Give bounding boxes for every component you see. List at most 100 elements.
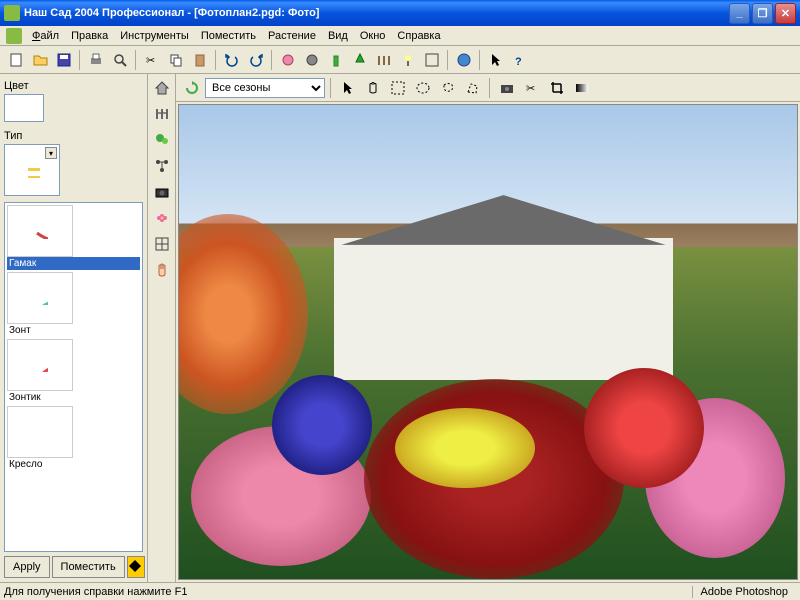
help-tip-button[interactable] [127, 556, 145, 578]
document-icon [6, 28, 22, 44]
camera-tool[interactable] [150, 180, 174, 204]
separator [271, 50, 272, 70]
separator [135, 50, 136, 70]
maximize-button[interactable]: ❐ [752, 3, 773, 24]
pan-tool[interactable] [361, 76, 384, 99]
type-selector[interactable]: ▾ [4, 144, 60, 196]
object-panel: Цвет Тип ▾ Гамак Зонт Зонтик Кресло [0, 74, 148, 582]
tree-tool[interactable] [150, 128, 174, 152]
preview-button[interactable] [108, 48, 131, 71]
canvas-toolbar: Все сезоны ✂ [176, 74, 800, 102]
fence-tool[interactable] [150, 102, 174, 126]
close-button[interactable]: ✕ [775, 3, 796, 24]
tool-button-4[interactable] [348, 48, 371, 71]
garden-graphic [179, 318, 797, 579]
list-item[interactable]: Зонт [7, 272, 140, 337]
new-button[interactable] [4, 48, 27, 71]
scissors-icon: ✂ [524, 80, 540, 96]
pointer-icon [340, 80, 356, 96]
menu-help[interactable]: Справка [391, 28, 446, 44]
chevron-down-icon[interactable]: ▾ [45, 147, 57, 159]
crop-tool[interactable] [545, 76, 568, 99]
print-button[interactable] [84, 48, 107, 71]
fence-icon [376, 52, 392, 68]
cut-button[interactable]: ✂ [140, 48, 163, 71]
flower-icon [280, 52, 296, 68]
ellipse-tool[interactable] [411, 76, 434, 99]
house-icon [154, 80, 170, 96]
help-icon: ? [512, 52, 528, 68]
minimize-button[interactable]: _ [729, 3, 750, 24]
undo-button[interactable] [220, 48, 243, 71]
camera-icon [154, 184, 170, 200]
apply-button[interactable]: Apply [4, 556, 50, 578]
item-label: Кресло [7, 458, 140, 471]
disk-icon [56, 52, 72, 68]
list-item[interactable]: Зонтик [7, 339, 140, 404]
tool-button-5[interactable] [372, 48, 395, 71]
tree-icon [352, 52, 368, 68]
house-tool[interactable] [150, 76, 174, 100]
type-label: Тип [4, 130, 143, 142]
tool-button-2[interactable] [300, 48, 323, 71]
path-tool[interactable] [150, 154, 174, 178]
hand-tool[interactable] [150, 258, 174, 282]
tool-button-7[interactable] [420, 48, 443, 71]
menu-tools[interactable]: Инструменты [114, 28, 195, 44]
lasso-tool[interactable] [436, 76, 459, 99]
place-button[interactable]: Поместить [52, 556, 125, 578]
menu-view[interactable]: Вид [322, 28, 354, 44]
menu-file[interactable]: Файл [26, 28, 65, 44]
color-label: Цвет [4, 80, 143, 92]
gradient-tool[interactable] [570, 76, 593, 99]
tool-button-8[interactable] [452, 48, 475, 71]
chart-icon [424, 52, 440, 68]
item-label: Зонтик [7, 391, 140, 404]
pointer-button[interactable] [484, 48, 507, 71]
color-swatch[interactable] [4, 94, 44, 122]
crop-icon [549, 80, 565, 96]
refresh-button[interactable] [180, 76, 203, 99]
select-tool[interactable] [336, 76, 359, 99]
tool-button-1[interactable] [276, 48, 299, 71]
pattern-tool[interactable] [150, 232, 174, 256]
refresh-icon [184, 80, 200, 96]
tool-button-6[interactable] [396, 48, 419, 71]
item-label: Гамак [7, 257, 140, 270]
season-dropdown[interactable]: Все сезоны [205, 78, 325, 98]
redo-button[interactable] [244, 48, 267, 71]
polygon-tool[interactable] [461, 76, 484, 99]
open-button[interactable] [28, 48, 51, 71]
status-right-text: Adobe Photoshop [692, 586, 796, 598]
folder-icon [32, 52, 48, 68]
main-toolbar: ✂ ? [0, 46, 800, 74]
paste-button[interactable] [188, 48, 211, 71]
camera-view[interactable] [495, 76, 518, 99]
separator [215, 50, 216, 70]
list-item[interactable]: Кресло [7, 406, 140, 471]
svg-text:✂: ✂ [526, 83, 535, 95]
lasso-icon [440, 80, 456, 96]
flower-tool[interactable] [150, 206, 174, 230]
list-item[interactable]: Гамак [7, 205, 140, 270]
panel-buttons: Apply Поместить [4, 556, 143, 578]
menu-place[interactable]: Поместить [195, 28, 262, 44]
help-button[interactable]: ? [508, 48, 531, 71]
scissors-icon: ✂ [144, 52, 160, 68]
copy-button[interactable] [164, 48, 187, 71]
tool-button-3[interactable] [324, 48, 347, 71]
tree-group-icon [154, 132, 170, 148]
main-area: Цвет Тип ▾ Гамак Зонт Зонтик Кресло [0, 74, 800, 582]
menu-plant[interactable]: Растение [262, 28, 322, 44]
svg-text:✂: ✂ [146, 55, 155, 67]
save-button[interactable] [52, 48, 75, 71]
cut-tool[interactable]: ✂ [520, 76, 543, 99]
menu-window[interactable]: Окно [354, 28, 392, 44]
separator [489, 78, 490, 98]
svg-text:?: ? [515, 56, 522, 68]
menu-edit[interactable]: Правка [65, 28, 114, 44]
object-list[interactable]: Гамак Зонт Зонтик Кресло [4, 202, 143, 552]
marquee-tool[interactable] [386, 76, 409, 99]
menu-file-label: айл [40, 30, 59, 42]
photo-canvas[interactable] [178, 104, 798, 580]
